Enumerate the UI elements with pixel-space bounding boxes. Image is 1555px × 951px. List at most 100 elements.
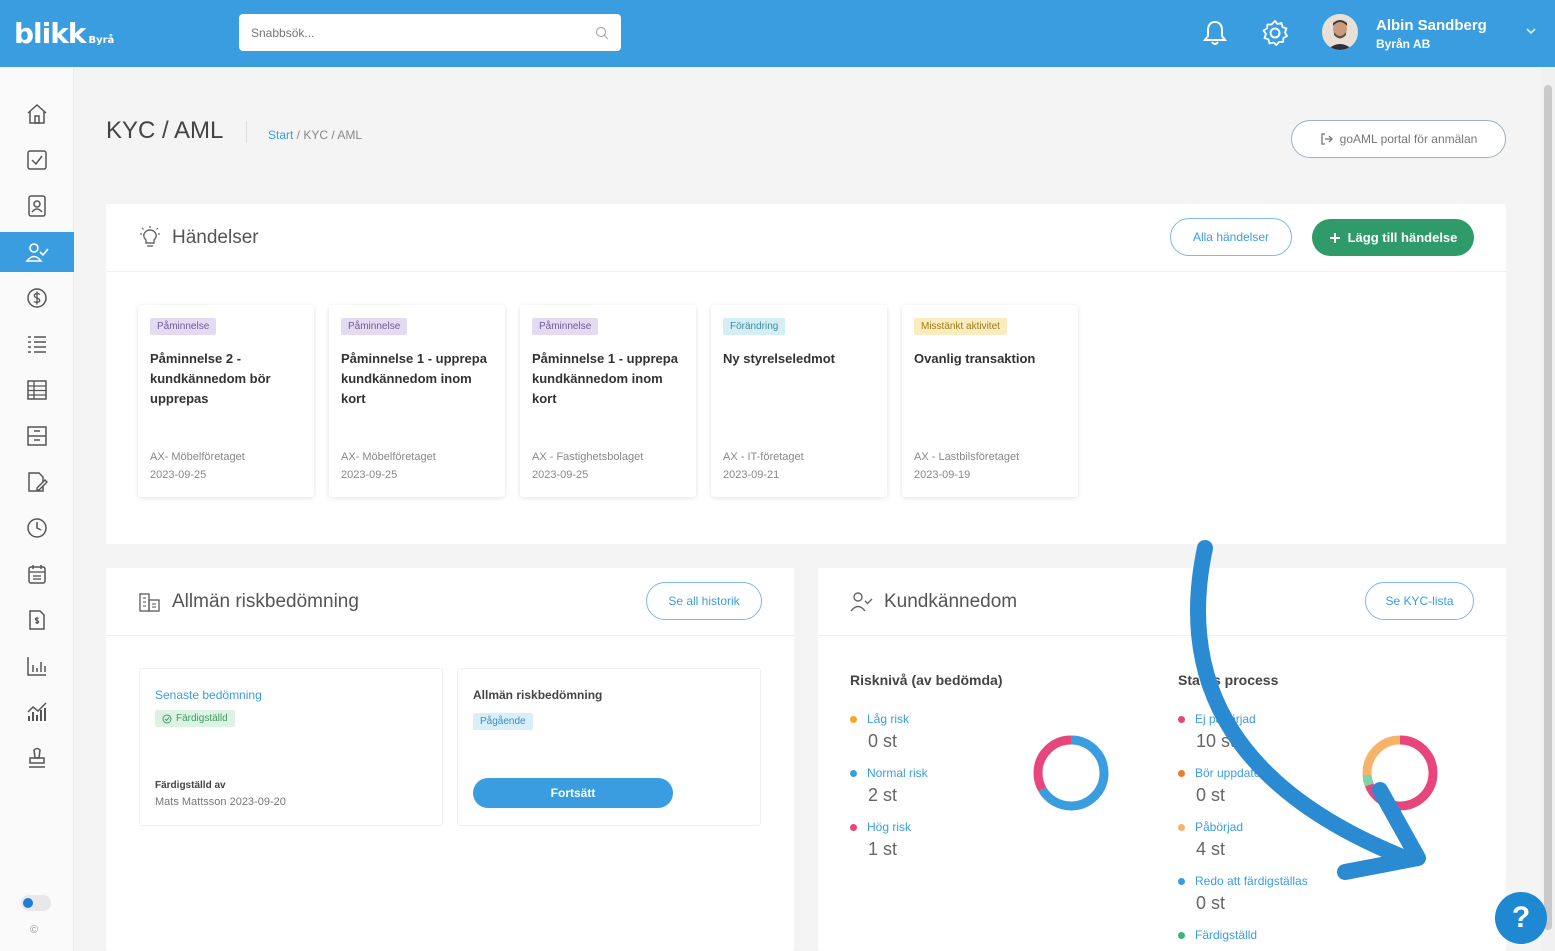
home-icon (27, 103, 47, 124)
event-date: 2023-09-25 (341, 469, 398, 481)
copyright-text: © (30, 924, 39, 936)
event-card[interactable]: Förändring Ny styrelseledmot AX - IT-för… (711, 305, 887, 497)
event-card[interactable]: Påminnelse Påminnelse 1 - upprepa kundkä… (329, 305, 505, 497)
theme-toggle[interactable] (21, 895, 51, 911)
sidebar-item-table[interactable] (0, 370, 74, 410)
sidebar-item-calendar[interactable] (0, 554, 74, 594)
sidebar-item-invoices[interactable] (0, 600, 74, 640)
sidebar-item-stamp[interactable] (0, 738, 74, 778)
event-company: AX - Fastighetsbolaget (532, 451, 644, 463)
breadcrumb-current: / KYC / AML (293, 128, 363, 142)
risk-title: Allmän riskbedömning (172, 591, 359, 612)
scrollbar-thumb[interactable] (1544, 85, 1552, 930)
event-card[interactable]: Påminnelse Påminnelse 2 - kundkännedom b… (138, 305, 314, 497)
user-company: Byrån AB (1376, 37, 1431, 51)
legend-item[interactable]: Redo att färdigställas 0 st (1178, 874, 1308, 914)
help-button[interactable]: ? (1495, 892, 1547, 944)
calendar-icon (28, 565, 46, 584)
user-check-icon (25, 243, 49, 262)
legend-item[interactable]: Färdigställd (1178, 928, 1257, 942)
kyc-title: Kundkännedom (884, 591, 1018, 612)
sidebar-item-home[interactable] (0, 94, 74, 134)
sidebar-item-archive[interactable] (0, 416, 74, 456)
event-title: Påminnelse 2 - kundkännedom bör upprepas (150, 351, 271, 406)
portal-login-icon (1321, 133, 1333, 145)
app-logo[interactable]: blikk Byrå (14, 17, 114, 50)
risk-donut-chart (1033, 735, 1109, 811)
event-date: 2023-09-21 (723, 469, 780, 481)
event-company: AX- Möbelföretaget (150, 451, 245, 463)
see-history-button[interactable]: Se all historik (646, 582, 762, 620)
add-event-button[interactable]: Lägg till händelse (1312, 219, 1474, 256)
risk-level-title: Risknivå (av bedömda) (850, 672, 1003, 688)
bell-icon[interactable] (1200, 18, 1230, 48)
all-events-button[interactable]: Alla händelser (1170, 218, 1292, 256)
invoice-icon (29, 610, 45, 630)
breadcrumb: Start / KYC / AML (268, 128, 362, 142)
latest-assessment-box: Senaste bedömning Färdigställd Färdigstä… (139, 668, 443, 826)
sidebar-item-tasks[interactable] (0, 140, 74, 180)
legend-item[interactable]: Påbörjad 4 st (1178, 820, 1243, 860)
latest-status-badge: Färdigställd (155, 710, 235, 729)
breadcrumb-divider (246, 121, 247, 143)
kyc-list-button[interactable]: Se KYC-lista (1365, 582, 1474, 620)
legend-dot (1178, 877, 1185, 885)
event-title: Påminnelse 1 - upprepa kundkännedom inom… (341, 351, 487, 406)
event-date: 2023-09-19 (914, 469, 971, 481)
checkbox-icon (27, 150, 47, 170)
trend-chart-icon (27, 702, 47, 721)
legend-item[interactable]: Hög risk 1 st (850, 820, 911, 860)
legend-dot (850, 715, 857, 723)
event-tag: Påminnelse (150, 318, 217, 335)
legend-dot (1178, 931, 1185, 939)
check-circle-icon (162, 714, 172, 723)
archive-icon (27, 426, 47, 446)
event-card[interactable]: Påminnelse Påminnelse 1 - upprepa kundkä… (520, 305, 696, 497)
current-assessment-title: Allmän riskbedömning (473, 688, 603, 702)
event-tag: Påminnelse (532, 318, 599, 335)
completed-by-value: Mats Mattsson 2023-09-20 (155, 796, 286, 808)
bar-chart-icon (27, 657, 46, 676)
page-scrollbar[interactable] (1541, 67, 1555, 951)
legend-item[interactable]: Normal risk 2 st (850, 766, 928, 806)
event-tag: Förändring (723, 318, 786, 335)
sidebar-item-time[interactable] (0, 508, 74, 548)
legend-item[interactable]: Bör uppdateras 0 st (1178, 766, 1277, 806)
user-name: Albin Sandberg (1376, 17, 1487, 34)
search-box[interactable] (239, 14, 621, 51)
settings-icon[interactable] (1260, 18, 1290, 48)
search-icon[interactable] (595, 26, 609, 40)
user-check-icon (850, 592, 873, 612)
sidebar-item-finance[interactable] (0, 278, 74, 318)
status-donut-chart (1362, 735, 1438, 811)
sidebar-item-reports[interactable] (0, 646, 74, 686)
legend-item[interactable]: Ej påbörjad 10 st (1178, 712, 1256, 752)
events-title: Händelser (172, 227, 259, 248)
latest-assessment-link[interactable]: Senaste bedömning (155, 688, 262, 702)
events-card-header: Händelser (106, 204, 1506, 272)
buildings-icon (139, 593, 160, 612)
clock-icon (27, 518, 47, 538)
goaml-portal-button[interactable]: goAML portal för anmälan (1291, 120, 1506, 158)
sidebar-item-contacts[interactable] (0, 186, 74, 226)
event-company: AX- Möbelföretaget (341, 451, 436, 463)
breadcrumb-start-link[interactable]: Start (268, 128, 293, 142)
sidebar-item-analytics[interactable] (0, 692, 74, 732)
lightbulb-icon (140, 226, 160, 247)
contact-card-icon (28, 195, 46, 217)
user-avatar[interactable] (1322, 14, 1358, 50)
continue-button[interactable]: Fortsätt (473, 778, 673, 808)
legend-dot (1178, 823, 1185, 831)
document-pen-icon (28, 472, 48, 492)
event-title: Påminnelse 1 - upprepa kundkännedom inom… (532, 351, 678, 406)
search-input[interactable] (251, 25, 595, 40)
sidebar-item-documents[interactable] (0, 462, 74, 502)
chevron-down-icon[interactable] (1524, 24, 1538, 38)
sidebar-item-kyc[interactable] (0, 232, 74, 272)
current-status-badge: Pågående (473, 711, 533, 730)
event-card[interactable]: Misstänkt aktivitet Ovanlig transaktion … (902, 305, 1078, 497)
legend-item[interactable]: Låg risk 0 st (850, 712, 909, 752)
legend-dot (850, 769, 857, 777)
user-info[interactable]: Albin Sandberg Byrån AB (1376, 17, 1487, 51)
sidebar-item-lists[interactable] (0, 324, 74, 364)
